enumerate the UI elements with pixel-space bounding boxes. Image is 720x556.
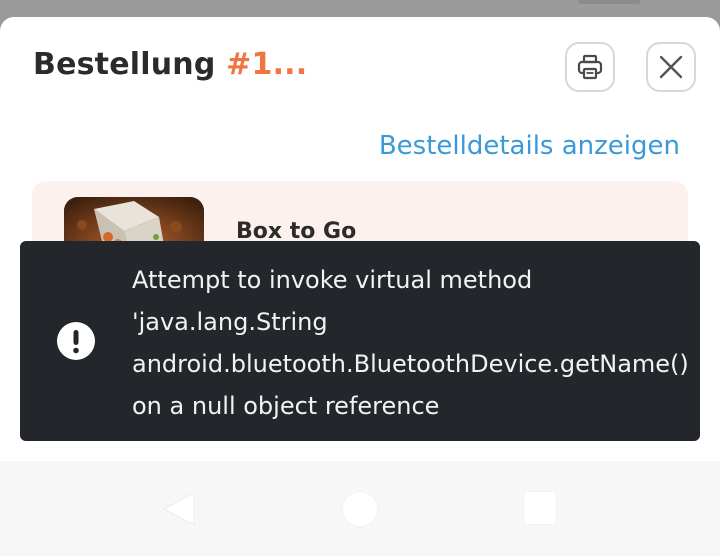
close-button[interactable] xyxy=(646,42,696,92)
back-triangle-icon[interactable] xyxy=(162,491,196,527)
exclamation-circle-icon xyxy=(57,322,95,360)
order-number: #1... xyxy=(226,47,308,82)
print-button[interactable] xyxy=(565,42,615,92)
snackbar-message: Attempt to invoke virtual method 'java.l… xyxy=(132,266,689,420)
home-circle-icon[interactable] xyxy=(343,492,377,526)
order-title: Bestellung #1... xyxy=(33,47,307,82)
order-title-label: Bestellung xyxy=(33,47,216,82)
close-icon xyxy=(659,55,683,79)
recents-square-icon[interactable] xyxy=(524,492,556,524)
error-snackbar: Attempt to invoke virtual method 'java.l… xyxy=(20,241,700,441)
printer-icon xyxy=(577,54,603,80)
order-details-link[interactable]: Bestelldetails anzeigen xyxy=(379,131,680,161)
background-element xyxy=(578,0,640,4)
system-navigation-bar xyxy=(0,461,720,556)
